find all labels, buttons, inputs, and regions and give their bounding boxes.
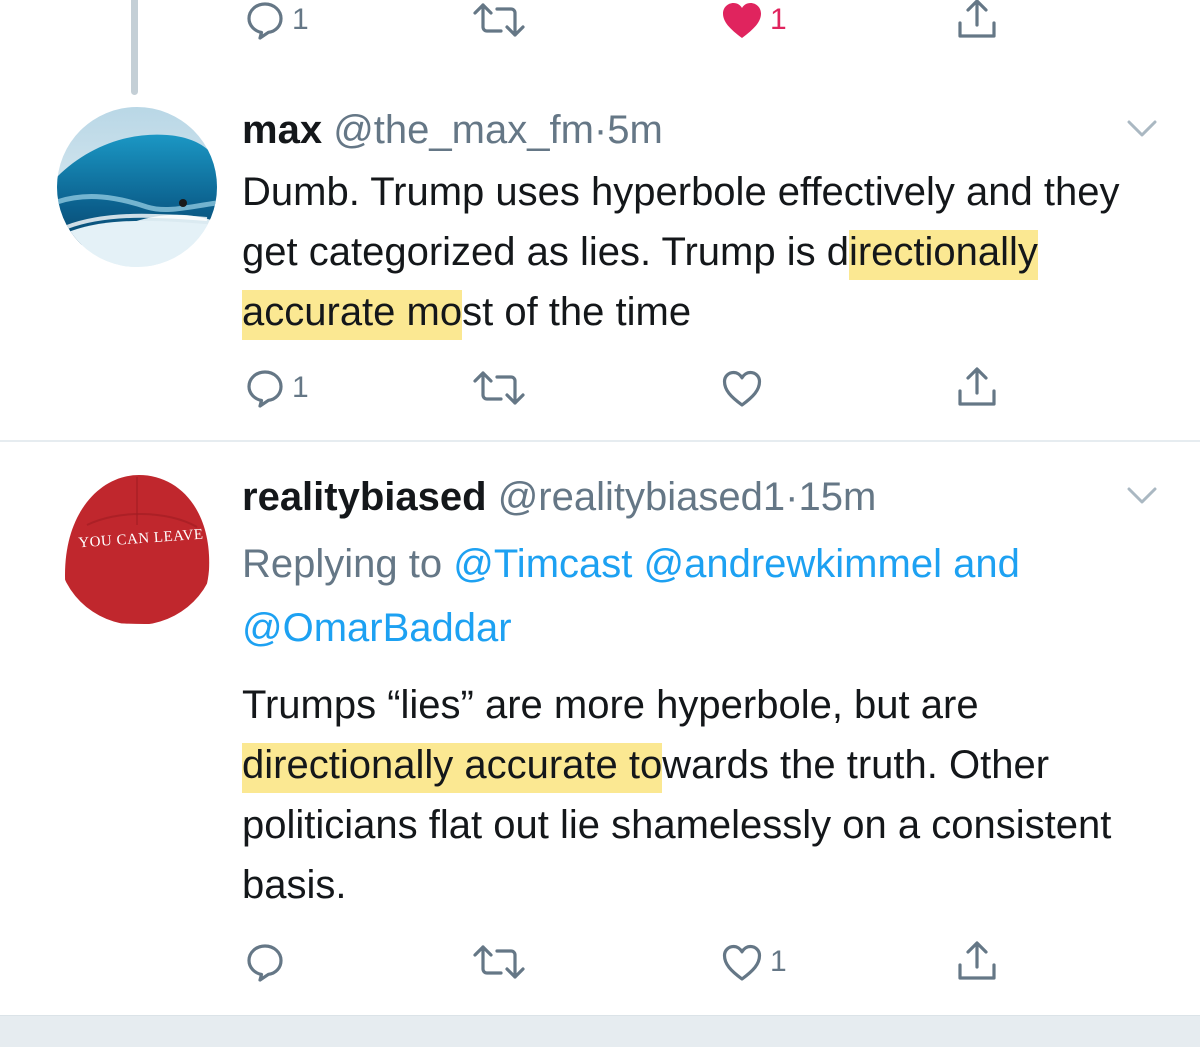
chevron-down-icon <box>1127 120 1157 137</box>
tweet-text-part: Trumps “lies” are more hyperbole, but ar… <box>242 683 979 727</box>
timestamp[interactable]: 5m <box>607 108 663 152</box>
like-button[interactable]: 1 <box>720 932 787 992</box>
like-button[interactable] <box>720 358 770 418</box>
mention-link[interactable]: @Timcast <box>453 542 632 586</box>
tweet-menu-button[interactable] <box>1126 485 1158 512</box>
share-icon <box>958 0 996 38</box>
like-count: 1 <box>770 3 787 36</box>
display-name[interactable]: realitybiased <box>242 475 487 519</box>
like-count: 1 <box>770 945 787 978</box>
timestamp[interactable]: 15m <box>798 475 876 519</box>
share-button[interactable] <box>955 358 999 418</box>
reply-icon <box>247 944 283 982</box>
wave-avatar-image <box>57 107 217 267</box>
share-button[interactable] <box>955 932 999 992</box>
share-button[interactable] <box>955 0 999 50</box>
user-handle[interactable]: @realitybiased1 <box>498 475 785 519</box>
highlighted-text: directionally accurate to <box>242 743 663 787</box>
heart-filled-icon <box>723 3 761 38</box>
retweet-button[interactable] <box>470 932 528 992</box>
chevron-down-icon <box>1127 487 1157 504</box>
replying-and: and <box>953 542 1020 586</box>
tweet-text-part: st of the time <box>462 290 692 334</box>
tweet-header: realitybiased @realitybiased1·15m <box>242 473 876 521</box>
tweet2-action-bar: 1 <box>0 932 1200 992</box>
reply-icon <box>247 370 283 408</box>
share-icon <box>958 941 996 980</box>
reply-count: 1 <box>292 371 309 404</box>
mention-link[interactable]: @andrewkimmel <box>644 542 942 586</box>
separator-dot: · <box>785 475 799 519</box>
reply-count: 1 <box>292 3 309 36</box>
tweet1-action-bar: 1 <box>0 358 1200 418</box>
tweet-text: Trumps “lies” are more hyperbole, but ar… <box>242 675 1162 915</box>
retweet-icon <box>473 945 525 979</box>
reply-button[interactable] <box>244 932 292 992</box>
user-handle[interactable]: @the_max_fm <box>333 108 594 152</box>
share-icon <box>958 367 996 406</box>
reply-button[interactable]: 1 <box>244 358 309 418</box>
replying-prefix: Replying to <box>242 542 443 586</box>
retweet-button[interactable] <box>470 0 528 50</box>
display-name[interactable]: max <box>242 108 322 152</box>
retweet-icon <box>473 3 525 37</box>
heart-outline-icon <box>722 370 762 407</box>
reply-icon <box>247 2 283 40</box>
timeline-bottom-separator <box>0 1015 1200 1047</box>
avatar-realitybiased[interactable]: YOU CAN LEAVE <box>57 465 217 625</box>
prev-tweet-action-bar: 1 1 <box>0 0 1200 50</box>
separator-dot: · <box>593 108 608 152</box>
like-button[interactable]: 1 <box>720 0 787 50</box>
tweet-menu-button[interactable] <box>1126 118 1158 145</box>
heart-outline-icon <box>722 944 762 981</box>
retweet-icon <box>473 371 525 405</box>
tweet-header: max @the_max_fm·5m <box>242 106 663 154</box>
mention-link[interactable]: @OmarBaddar <box>242 606 512 650</box>
replying-to: Replying to @Timcast @andrewkimmel and @… <box>242 532 1142 660</box>
avatar-max[interactable] <box>57 107 217 267</box>
tweet-divider <box>0 440 1200 442</box>
tweet-text: Dumb. Trump uses hyperbole effectively a… <box>242 162 1162 342</box>
reply-button[interactable]: 1 <box>244 0 309 50</box>
retweet-button[interactable] <box>470 358 528 418</box>
